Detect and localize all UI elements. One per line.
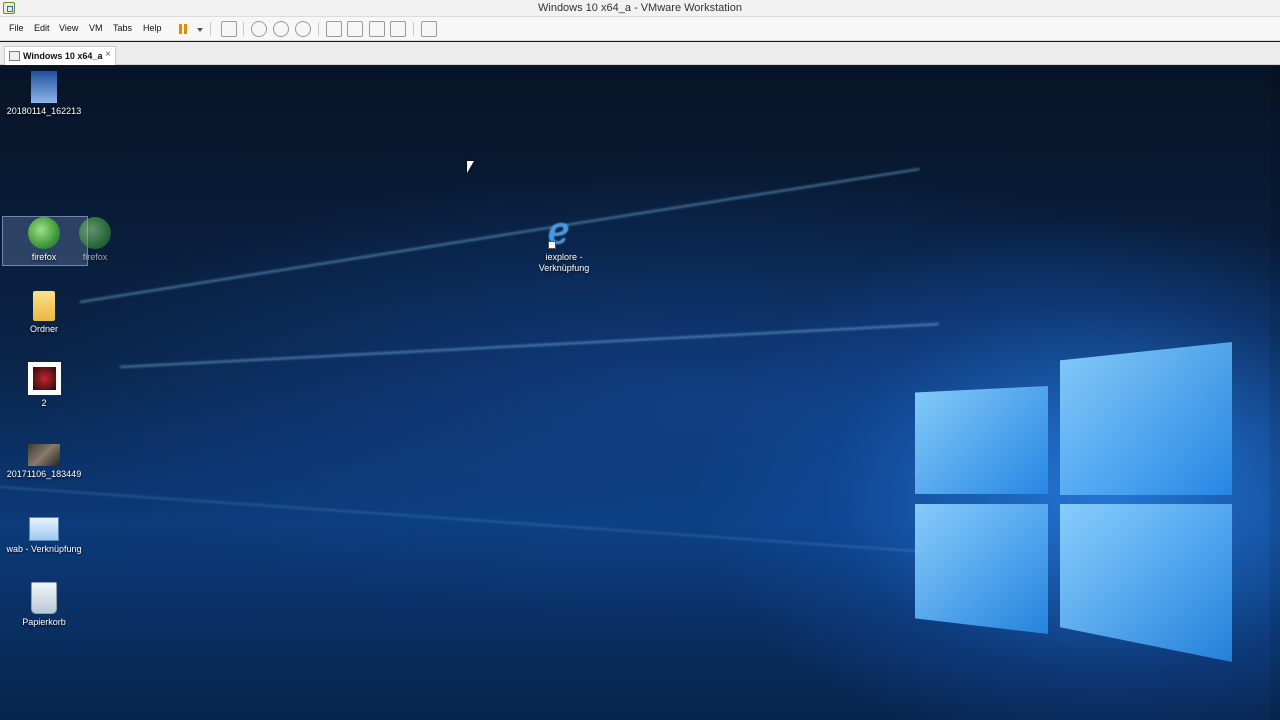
tab-bar: Windows 10 x64_a × — [0, 42, 1280, 65]
dropdown-icon[interactable] — [197, 28, 203, 32]
close-icon[interactable]: × — [105, 49, 111, 60]
desktop-icon-ordner[interactable]: Ordner — [2, 291, 86, 335]
pause-icon[interactable] — [176, 21, 192, 37]
desktop-icon-wab[interactable]: wab - Verknüpfung — [2, 517, 86, 555]
menu-tabs[interactable]: Tabs — [113, 23, 132, 33]
windows-logo-pane-bl — [915, 504, 1048, 634]
vm-desktop[interactable]: 20180114_162213 firefox firefox e iexplo… — [0, 66, 1280, 720]
window-title: Windows 10 x64_a - VMware Workstation — [538, 2, 742, 14]
library-icon[interactable] — [326, 21, 342, 37]
contacts-shortcut-icon — [29, 517, 59, 541]
desktop-icon-image-2[interactable]: 2 — [2, 362, 86, 409]
windows-logo-pane-br — [1060, 504, 1232, 662]
desktop-icon-papierkorb[interactable]: Papierkorb — [2, 582, 86, 628]
image-file-icon — [28, 444, 60, 466]
title-bar: Windows 10 x64_a - VMware Workstation — [0, 0, 1280, 17]
tab-label: Windows 10 x64_a — [23, 51, 103, 61]
internet-explorer-icon: e — [548, 211, 570, 252]
desktop-icon-firefox-2[interactable]: firefox — [53, 217, 137, 263]
snapshot-manager-icon[interactable] — [295, 21, 311, 37]
vm-icon — [9, 51, 20, 61]
menu-help[interactable]: Help — [143, 23, 162, 33]
windows-logo-pane-tl — [915, 386, 1048, 494]
snapshot-icon[interactable] — [251, 21, 267, 37]
menu-toolbar: File Edit View VM Tabs Help — [0, 17, 1280, 41]
windows-logo-pane-tr — [1060, 342, 1232, 495]
mouse-cursor-icon — [467, 161, 474, 173]
send-ctrl-alt-del-icon[interactable] — [221, 21, 237, 37]
desktop-icon-image-20180114[interactable]: 20180114_162213 — [2, 71, 86, 117]
menu-vm[interactable]: VM — [89, 23, 103, 33]
firefox-icon — [79, 217, 111, 249]
thumbnail-icon[interactable] — [347, 21, 363, 37]
full-screen-icon[interactable] — [369, 21, 385, 37]
desktop-icon-image-20171106[interactable]: 20171106_183449 — [2, 444, 86, 480]
revert-snapshot-icon[interactable] — [273, 21, 289, 37]
unity-icon[interactable] — [390, 21, 406, 37]
folder-icon — [33, 291, 55, 321]
image-file-icon — [31, 71, 57, 103]
console-view-icon[interactable] — [421, 21, 437, 37]
tab-vm[interactable]: Windows 10 x64_a × — [4, 46, 116, 65]
menu-edit[interactable]: Edit — [34, 23, 50, 33]
desktop-icon-iexplore[interactable]: e iexplore - Verknüpfung — [522, 211, 606, 274]
image-file-icon — [27, 362, 61, 395]
menu-view[interactable]: View — [59, 23, 78, 33]
recycle-bin-icon — [31, 582, 57, 614]
menu-file[interactable]: File — [9, 23, 24, 33]
